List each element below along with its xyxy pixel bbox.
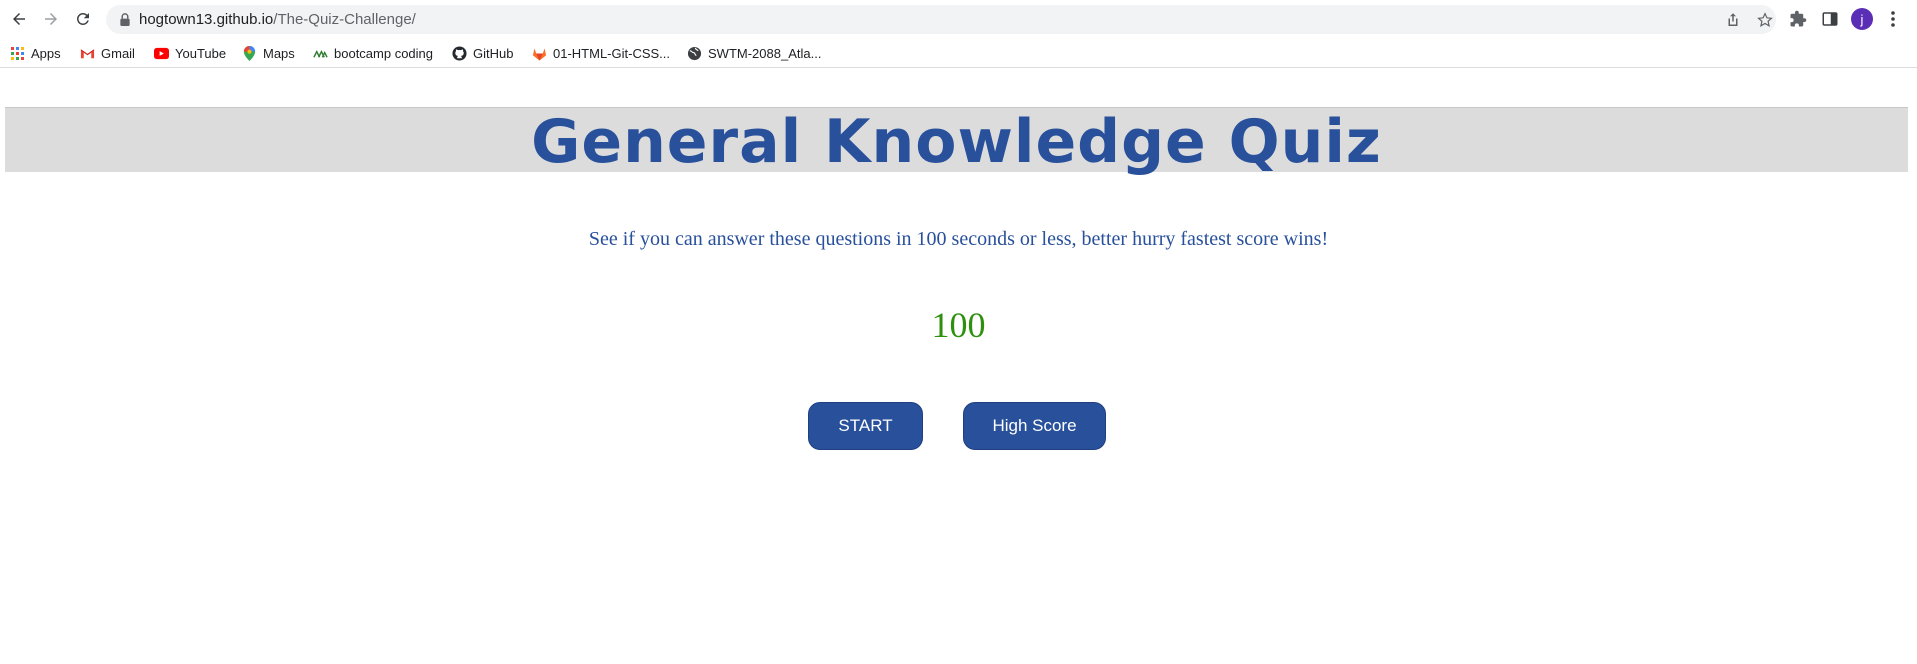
youtube-icon bbox=[154, 47, 169, 59]
countdown-timer: 100 bbox=[931, 305, 986, 345]
bookmark-label: Gmail bbox=[101, 45, 135, 61]
page-title: General Knowledge Quiz bbox=[531, 107, 1382, 177]
bookmark-label: YouTube bbox=[175, 45, 227, 61]
title-banner: General Knowledge Quiz bbox=[5, 107, 1908, 172]
github-icon bbox=[452, 45, 467, 61]
star-icon[interactable] bbox=[1756, 11, 1774, 29]
puzzle-icon bbox=[1790, 10, 1807, 27]
bookmark-youtube[interactable]: YouTube bbox=[154, 43, 226, 63]
reload-icon bbox=[76, 12, 89, 25]
gmail-icon bbox=[80, 48, 95, 58]
back-button[interactable] bbox=[5, 5, 33, 33]
maps-pin-icon bbox=[243, 45, 256, 61]
lock-icon bbox=[120, 13, 130, 26]
bookmarks-bar: Apps Gmail YouTube Maps bootcamp coding … bbox=[0, 38, 1917, 68]
bookmark-html-git-css[interactable]: 01-HTML-Git-CSS... bbox=[532, 43, 670, 63]
reload-button[interactable] bbox=[69, 5, 97, 33]
apps-grid-icon bbox=[11, 46, 24, 60]
side-panel-icon bbox=[1822, 12, 1838, 26]
globe-icon bbox=[687, 46, 702, 60]
share-icon[interactable] bbox=[1724, 11, 1742, 29]
bookmark-maps[interactable]: Maps bbox=[242, 43, 295, 63]
quiz-instructions: See if you can answer these questions in… bbox=[588, 228, 1329, 250]
url-text: hogtown13.github.io/The-Quiz-Challenge/ bbox=[139, 11, 416, 28]
gitlab-icon bbox=[532, 47, 547, 61]
url-host: hogtown13.github.io bbox=[139, 11, 274, 28]
more-vert-icon[interactable] bbox=[1886, 8, 1900, 30]
bookmark-label: GitHub bbox=[473, 45, 514, 61]
bookmark-label: SWTM-2088_Atla... bbox=[708, 45, 822, 61]
bookmark-label: Maps bbox=[263, 45, 295, 61]
bookmark-gmail[interactable]: Gmail bbox=[80, 43, 135, 63]
address-bar[interactable]: hogtown13.github.io/The-Quiz-Challenge/ bbox=[106, 5, 1776, 34]
browser-toolbar: hogtown13.github.io/The-Quiz-Challenge/ … bbox=[0, 0, 1917, 38]
profile-avatar[interactable]: j bbox=[1851, 8, 1873, 30]
side-panel-button[interactable] bbox=[1819, 8, 1841, 30]
bookmark-label: Apps bbox=[31, 45, 61, 61]
bookmark-label: bootcamp coding bbox=[334, 45, 434, 61]
start-button[interactable]: START bbox=[808, 402, 923, 450]
high-score-button[interactable]: High Score bbox=[963, 402, 1106, 450]
extensions-button[interactable] bbox=[1787, 8, 1809, 30]
url-path: /The-Quiz-Challenge/ bbox=[273, 11, 416, 28]
arrow-right-icon bbox=[45, 13, 57, 25]
bookmark-swtm[interactable]: SWTM-2088_Atla... bbox=[687, 43, 821, 63]
forward-button[interactable] bbox=[37, 5, 65, 33]
bootcamp-icon bbox=[313, 49, 328, 58]
bookmark-bootcamp[interactable]: bootcamp coding bbox=[313, 43, 433, 63]
arrow-left-icon bbox=[13, 13, 25, 25]
bookmark-label: 01-HTML-Git-CSS... bbox=[553, 45, 671, 61]
bookmark-apps[interactable]: Apps bbox=[10, 43, 61, 63]
bookmark-github[interactable]: GitHub bbox=[452, 43, 513, 63]
